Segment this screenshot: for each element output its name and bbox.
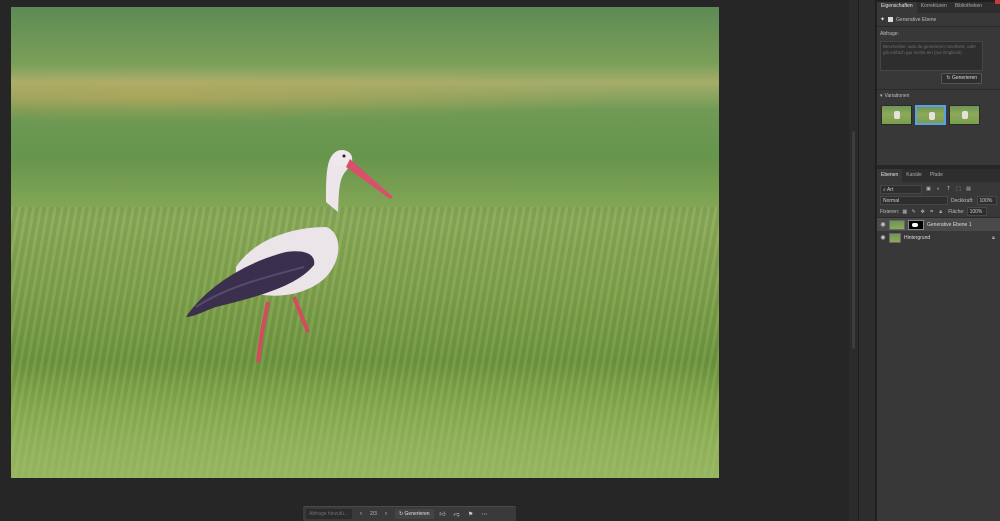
layers-tabs: Ebenen Kanäle Pfade bbox=[877, 169, 1000, 182]
layer-thumbnail bbox=[889, 219, 905, 230]
generate-row: ↻ Generieren bbox=[877, 73, 1000, 89]
opacity-input[interactable]: 100% bbox=[976, 196, 997, 205]
layer-thumbnail bbox=[889, 232, 901, 243]
shape-filter-icon[interactable]: ⬚ bbox=[955, 186, 962, 192]
search-icon: ⌕ bbox=[883, 186, 886, 193]
variations-label: Variationen bbox=[884, 93, 910, 99]
visibility-eye-icon[interactable]: ◉ bbox=[880, 221, 886, 228]
taskbar-generate-label: Generieren bbox=[404, 511, 430, 517]
tab-channels[interactable]: Kanäle bbox=[902, 169, 926, 182]
variation-thumbnail-selected[interactable] bbox=[915, 105, 946, 125]
layer-type-label: Generative Ebene bbox=[896, 16, 937, 23]
layer-filter-row: ⌕ Art ▣ ◐ T ⬚ ▤ bbox=[877, 183, 1000, 195]
layer-row-generative[interactable]: ◉ Generative Ebene 1 bbox=[877, 218, 1000, 231]
foreground-grass bbox=[11, 368, 719, 478]
chevron-left-icon[interactable]: ‹ bbox=[356, 509, 366, 519]
document-canvas-image[interactable] bbox=[11, 7, 719, 478]
refresh-icon: ↻ bbox=[946, 75, 951, 81]
prompt-label-row: Abfrage: bbox=[877, 29, 1000, 39]
chevron-down-icon: ▾ bbox=[880, 93, 883, 99]
properties-generate-label: Generieren bbox=[951, 75, 977, 81]
properties-spacer bbox=[877, 125, 1000, 165]
notification-indicator bbox=[995, 0, 1000, 4]
lock-all-icon[interactable]: 🔒︎ bbox=[937, 209, 944, 215]
contextual-taskbar: Abfrage hinzufü... ‹ 2/3 › ↻ Generieren … bbox=[303, 506, 516, 521]
lock-pixels-icon[interactable]: ✎ bbox=[910, 209, 917, 215]
layer-row-background[interactable]: ◉ Hintergrund 🔒︎ bbox=[877, 231, 1000, 244]
layer-mask-thumbnail[interactable] bbox=[908, 219, 924, 230]
layer-name: Generative Ebene 1 bbox=[927, 221, 972, 228]
blend-row: Normal Deckkraft: 100% bbox=[877, 195, 1000, 206]
opacity-label: Deckkraft: bbox=[951, 197, 974, 204]
fill-label: Fläche: bbox=[948, 208, 965, 215]
prompt-textarea[interactable]: Beschreibe, was du generieren möchtest, … bbox=[880, 41, 983, 71]
variations-header[interactable]: ▾ Variationen bbox=[877, 90, 1000, 102]
generative-layer-icon: ✦ bbox=[880, 17, 886, 23]
adjustment-filter-icon[interactable]: ◐ bbox=[935, 186, 942, 192]
stork-figure bbox=[186, 150, 393, 363]
thumbs-down-icon[interactable]: 👎︎ bbox=[452, 509, 462, 519]
fill-input[interactable]: 100% bbox=[966, 207, 987, 216]
variation-thumbnail[interactable] bbox=[881, 105, 912, 125]
variation-counter: 2/3 bbox=[370, 511, 377, 517]
right-panel: Eigenschaften Korrekturen Bibliotheken ✦… bbox=[877, 0, 1000, 521]
panel-top-bar bbox=[877, 0, 1000, 2]
more-options-icon[interactable]: ⋯ bbox=[480, 509, 490, 519]
taskbar-prompt-input[interactable]: Abfrage hinzufü... bbox=[306, 509, 352, 519]
layer-name: Hintergrund bbox=[904, 234, 931, 241]
text-filter-icon[interactable]: T bbox=[945, 186, 952, 192]
prompt-label: Abfrage: bbox=[880, 31, 899, 37]
smart-object-filter-icon[interactable]: ▤ bbox=[965, 186, 972, 192]
background-blur bbox=[11, 67, 719, 127]
thumbs-up-icon[interactable]: 👍︎ bbox=[438, 509, 448, 519]
lock-transparency-icon[interactable]: ▦ bbox=[901, 209, 908, 215]
photoshop-window: Abfrage hinzufü... ‹ 2/3 › ↻ Generieren … bbox=[0, 0, 1000, 521]
visibility-eye-icon[interactable]: ◉ bbox=[880, 234, 886, 241]
lock-label: Fixieren: bbox=[880, 208, 900, 215]
canvas-area: Abfrage hinzufü... ‹ 2/3 › ↻ Generieren … bbox=[0, 0, 850, 521]
scrollbar-thumb[interactable] bbox=[851, 130, 870, 350]
panel-icon-strip bbox=[858, 0, 876, 521]
blend-mode-dropdown[interactable]: Normal bbox=[880, 196, 948, 205]
layer-filter-dropdown[interactable]: ⌕ Art bbox=[880, 184, 922, 194]
lock-row: Fixieren: ▦ ✎ ✥ ⌗ 🔒︎ Fläche: 100% bbox=[877, 206, 1000, 217]
variations-thumbnails bbox=[877, 105, 1000, 125]
flag-icon[interactable]: ⚑ bbox=[466, 509, 476, 519]
lock-icon[interactable]: 🔒︎ bbox=[990, 235, 997, 241]
tab-layers[interactable]: Ebenen bbox=[877, 169, 903, 182]
divider bbox=[877, 26, 1000, 27]
image-filter-icon[interactable]: ▣ bbox=[925, 186, 932, 192]
layer-square-icon bbox=[888, 17, 894, 22]
lock-artboard-icon[interactable]: ⌗ bbox=[928, 209, 935, 215]
layer-type-row: ✦ Generative Ebene bbox=[877, 13, 1000, 26]
variation-thumbnail[interactable] bbox=[949, 105, 980, 125]
chevron-right-icon[interactable]: › bbox=[381, 509, 391, 519]
lock-position-icon[interactable]: ✥ bbox=[919, 209, 926, 215]
taskbar-generate-button[interactable]: ↻ Generieren bbox=[394, 509, 434, 519]
layer-filter-value: Art bbox=[886, 186, 894, 193]
properties-generate-button[interactable]: ↻ Generieren bbox=[941, 73, 982, 84]
canvas-vertical-scrollbar[interactable] bbox=[849, 0, 870, 521]
tab-paths[interactable]: Pfade bbox=[926, 169, 947, 182]
refresh-icon: ↻ bbox=[398, 511, 404, 517]
